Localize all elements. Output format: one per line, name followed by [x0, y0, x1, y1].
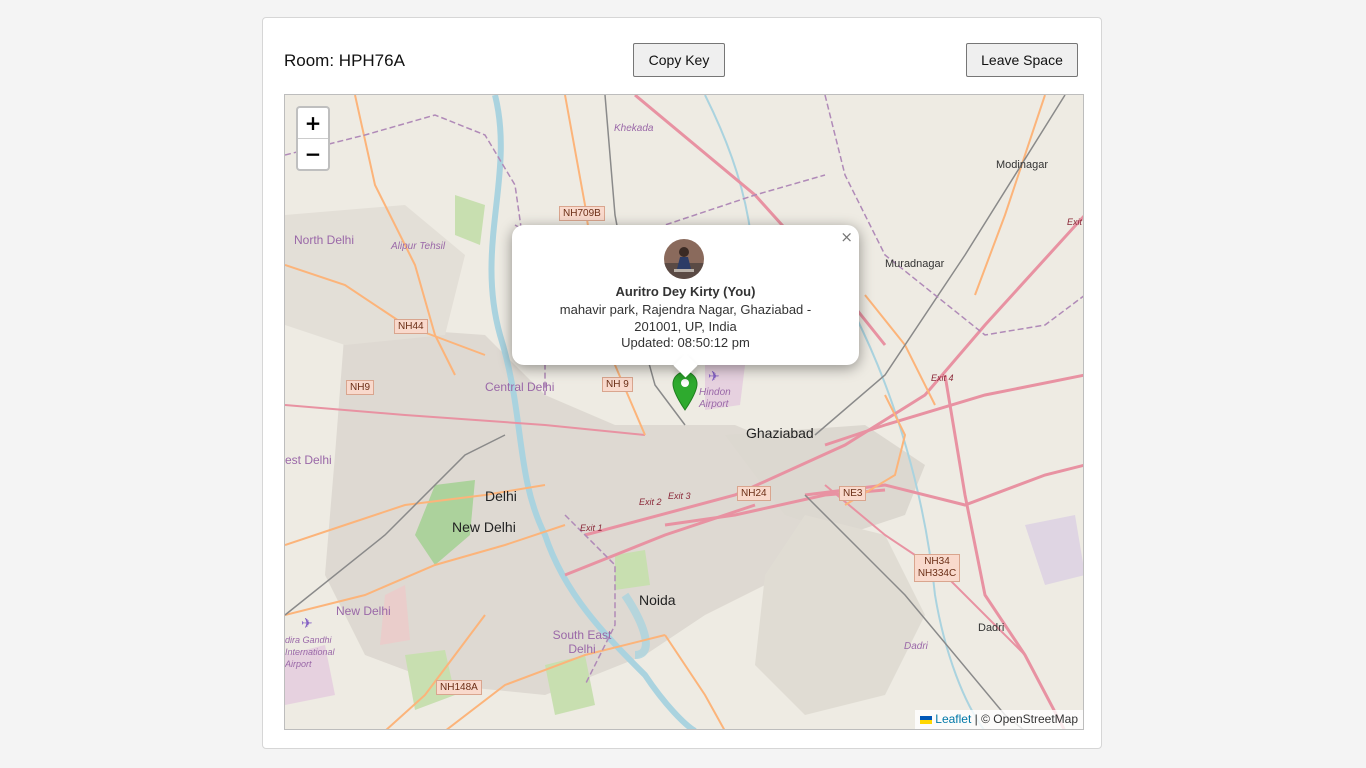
map-label-muradnagar: Muradnagar: [885, 258, 945, 270]
map-label-alipur: Alipur Tehsil: [391, 241, 446, 252]
map-label-new-delhi: New Delhi: [452, 519, 516, 535]
map-label-west-delhi: est Delhi: [285, 453, 332, 467]
road-shield-nh334c-line: NH334C: [917, 568, 957, 579]
road-shield-nh34: NH34 NH334C: [914, 554, 960, 582]
road-shield-nh44: NH44: [394, 319, 428, 334]
copy-key-button[interactable]: Copy Key: [633, 43, 725, 77]
map-label-exit-1: Exit 1: [580, 523, 603, 533]
map-tiles: [285, 95, 1083, 729]
popup-address: mahavir park, Rajendra Nagar, Ghaziabad …: [559, 302, 812, 334]
avatar-image: [664, 239, 704, 279]
zoom-control: + −: [296, 106, 330, 171]
map-label-dadri-tehsil: Dadri: [904, 641, 928, 652]
leaflet-link[interactable]: Leaflet: [935, 712, 971, 726]
map-label-exit-4: Exit 4: [931, 373, 954, 383]
map-label-khekada: Khekada: [614, 123, 654, 134]
popup-close-icon[interactable]: ×: [840, 229, 853, 245]
leave-space-button[interactable]: Leave Space: [966, 43, 1078, 77]
attribution-text: | © OpenStreetMap: [974, 712, 1078, 726]
user-avatar: [664, 239, 704, 279]
road-shield-nh24: NH24: [737, 486, 771, 501]
zoom-out-button[interactable]: −: [298, 138, 328, 169]
map-label-modinagar: Modinagar: [996, 159, 1048, 171]
road-shield-ne3: NE3: [839, 486, 867, 501]
room-title: Room: HPH76A: [284, 51, 405, 70]
road-shield-nh148a: NH148A: [436, 680, 482, 695]
map-label-hindon-airport: Hindon Airport: [699, 387, 731, 410]
map-label-delhi: Delhi: [485, 488, 517, 504]
map-label-dadri: Dadri: [978, 622, 1005, 634]
map-attribution: Leaflet | © OpenStreetMap: [915, 710, 1083, 729]
hindon-airport-icon: ✈: [708, 369, 720, 385]
map-label-central-delhi: Central Delhi: [485, 380, 555, 394]
map-label-new-delhi-district: New Delhi: [336, 604, 391, 618]
popup-updated-time: Updated: 08:50:12 pm: [621, 335, 750, 350]
road-shield-nh9: NH9: [346, 380, 375, 395]
road-shield-nh9-east: NH 9: [602, 377, 633, 392]
road-shield-nh709b: NH709B: [559, 206, 605, 221]
map-label-exit-top: Exit: [1067, 217, 1083, 227]
popup-user-name: Auritro Dey Kirty (You): [615, 284, 756, 299]
map-label-exit-2: Exit 2: [639, 497, 662, 507]
map-label-exit-3: Exit 3: [668, 491, 691, 501]
map-label-north-delhi: North Delhi: [294, 233, 355, 247]
igi-airport-icon: ✈: [301, 616, 313, 632]
map-label-noida: Noida: [639, 592, 676, 608]
user-popup: × Auritro Dey Kirty (You) mahavir park, …: [512, 225, 859, 378]
map-label-igi-airport: dira Gandhi International Airport: [285, 635, 335, 669]
map-container[interactable]: North Delhi Alipur Tehsil Khekada Modina…: [284, 94, 1084, 730]
map-label-south-east-delhi: South East Delhi: [552, 628, 612, 656]
road-shield-nh34-line: NH34: [924, 556, 950, 567]
room-card: Room: HPH76A Copy Key Leave Space North …: [262, 17, 1102, 749]
map-label-ghaziabad: Ghaziabad: [746, 425, 814, 441]
zoom-in-button[interactable]: +: [298, 108, 328, 138]
ukraine-flag-icon: [920, 715, 933, 724]
